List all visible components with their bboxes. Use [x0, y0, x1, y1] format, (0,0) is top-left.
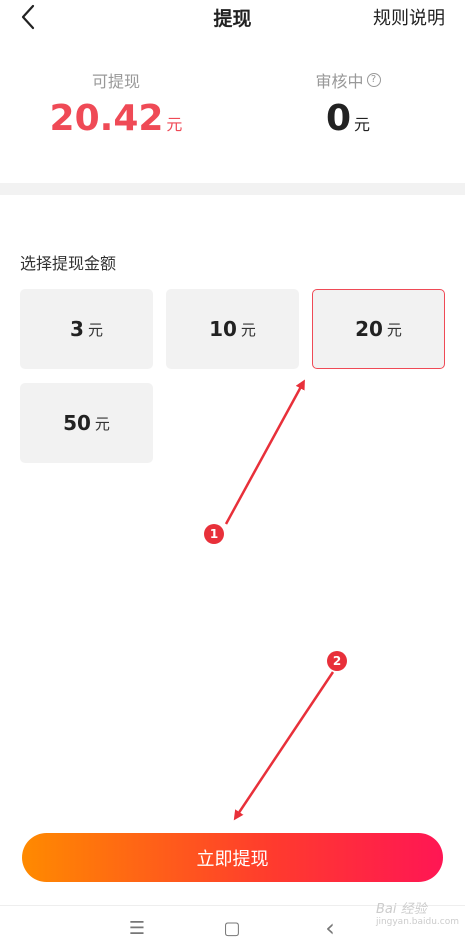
menu-icon[interactable]: ☰	[125, 916, 149, 940]
arrow-to-submit	[233, 671, 335, 821]
annotation-badge-2: 2	[327, 651, 347, 671]
amount-option-10[interactable]: 10 元	[166, 289, 299, 369]
option-value: 50	[63, 411, 91, 435]
back-nav-icon[interactable]: ‹	[318, 914, 342, 942]
reviewing-unit: 元	[354, 115, 371, 134]
withdrawable-unit: 元	[166, 115, 183, 134]
header: 提现 规则说明	[0, 0, 465, 40]
option-unit: 元	[87, 320, 103, 339]
withdrawable-block: 可提现 20.42 元	[0, 68, 232, 139]
help-icon[interactable]: ?	[366, 73, 381, 87]
option-value: 10	[209, 317, 237, 341]
option-unit: 元	[94, 414, 110, 433]
watermark-text: Bai 经验	[375, 902, 427, 917]
reviewing-label-row: 审核中 ?	[315, 68, 381, 92]
arrow-to-option	[224, 379, 305, 525]
withdraw-now-button[interactable]: 立即提现	[22, 833, 443, 882]
annotation-badge-1: 1	[204, 524, 224, 544]
reviewing-label: 审核中	[315, 72, 364, 91]
reviewing-block: 审核中 ? 0元	[232, 68, 464, 139]
section-divider	[0, 183, 465, 195]
amount-section-label: 选择提现金额	[20, 254, 117, 273]
reviewing-amount: 0	[325, 98, 352, 139]
withdrawable-amount: 20.42	[49, 98, 164, 139]
home-icon[interactable]: ▢	[220, 916, 244, 940]
amount-option-3[interactable]: 3元	[20, 289, 153, 369]
option-unit: 元	[240, 320, 256, 339]
withdrawable-label: 可提现	[91, 72, 140, 91]
watermark-sub: jingyan.baidu.com	[375, 917, 459, 927]
option-value: 20	[355, 317, 383, 341]
rules-link[interactable]: 规则说明	[373, 4, 445, 30]
balance-summary: 可提现 20.42 元 审核中 ? 0元	[0, 68, 465, 168]
watermark: Bai 经验 jingyan.baidu.com	[376, 898, 459, 927]
option-value: 3	[70, 317, 84, 341]
amount-option-20[interactable]: 20 元	[312, 289, 445, 369]
amount-option-50[interactable]: 50 元	[20, 383, 153, 463]
option-unit: 元	[386, 320, 402, 339]
